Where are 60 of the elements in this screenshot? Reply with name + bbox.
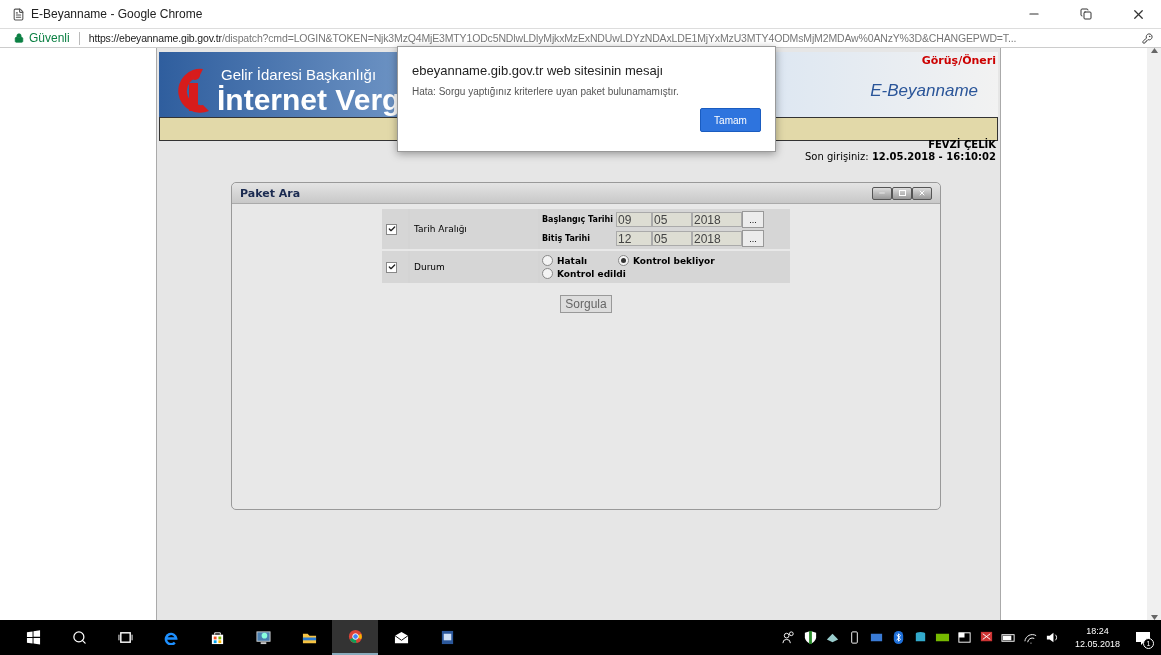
- checkbox[interactable]: [386, 261, 397, 273]
- scrollbar[interactable]: [1147, 48, 1161, 620]
- year-field[interactable]: 2018: [692, 212, 742, 227]
- task-view-icon[interactable]: [117, 630, 133, 645]
- monitor-icon[interactable]: [255, 630, 271, 645]
- day-field[interactable]: 09: [616, 212, 652, 227]
- date-picker-button[interactable]: ...: [742, 230, 764, 247]
- date-label: Bitiş Tarihi: [542, 234, 591, 243]
- page-icon: [12, 7, 25, 21]
- scroll-up-icon[interactable]: [1150, 48, 1158, 53]
- browser-e-icon[interactable]: [163, 630, 179, 645]
- filter-label: Tarih Aralığı: [414, 224, 467, 234]
- radio-label[interactable]: Hatalı: [557, 255, 588, 266]
- last-login: Son girişiniz: 12.05.2018 - 16:10:02: [804, 150, 996, 163]
- search-icon[interactable]: [71, 630, 87, 645]
- app-name: E-Beyanname: [870, 81, 978, 101]
- radio-button[interactable]: [618, 255, 629, 266]
- year-field[interactable]: 2018: [692, 231, 742, 246]
- filter-label: Durum: [414, 262, 445, 272]
- radio-label[interactable]: Kontrol edildi: [557, 268, 626, 279]
- day-field[interactable]: 12: [616, 231, 652, 246]
- date-label: Başlangıç Tarihi: [542, 215, 615, 224]
- radio-button[interactable]: [542, 255, 553, 266]
- panel-maximize-button[interactable]: [892, 186, 912, 200]
- radio-button[interactable]: [542, 268, 553, 279]
- feedback-link[interactable]: Görüş/Öneri: [921, 54, 996, 67]
- month-field[interactable]: 05: [652, 212, 692, 227]
- address-field[interactable]: https://ebeyanname.gib.gov.tr/dispatch?cmd=LOGIN&TOKEN=Njk3MzQ4MjE3MTY1ODc5NDlwLDlyMjkxMzExNDUwLDYzNDAxLDE1MjYxMzU3MTY4ODMsMjM2MDAw%0ANzY%3D&CHANGEPWD=T...: [88, 32, 1137, 44]
- panel-minimize-button[interactable]: [872, 186, 892, 200]
- panel-title: Paket Ara: [240, 186, 302, 200]
- mail-icon[interactable]: [393, 630, 409, 645]
- key-icon[interactable]: [1142, 32, 1153, 44]
- store-bag-icon[interactable]: [209, 630, 225, 645]
- people-icon[interactable]: [780, 630, 796, 645]
- document-icon[interactable]: [439, 630, 455, 645]
- checkbox[interactable]: [386, 223, 397, 235]
- shield-icon[interactable]: [802, 630, 818, 645]
- minimize-icon: [878, 189, 886, 197]
- ok-button[interactable]: Tamam: [700, 108, 761, 132]
- dialog-message: Hata: Sorgu yaptığınız kriterlere uyan paket bulunamamıştır.: [412, 86, 680, 97]
- clock-date: 12.05.2018: [1074, 637, 1120, 651]
- brand-title: İnternet Verg: [217, 85, 401, 115]
- month-field[interactable]: 05: [652, 231, 692, 246]
- user-name: FEVZİ ÇELİK: [928, 140, 996, 150]
- windows-start-icon[interactable]: [25, 630, 41, 645]
- organization-name: Gelir İdaresi Başkanlığı: [221, 66, 377, 83]
- chrome-icon[interactable]: [347, 629, 363, 644]
- lock-icon: [14, 33, 24, 43]
- maximize-icon: [898, 190, 906, 196]
- radio-label[interactable]: Kontrol bekliyor: [633, 255, 715, 266]
- security-label: Güvenli: [29, 31, 70, 45]
- restore-icon: [1080, 8, 1092, 20]
- query-button[interactable]: Sorgula: [560, 295, 612, 313]
- date-picker-button[interactable]: ...: [742, 211, 764, 228]
- close-icon: [918, 189, 926, 197]
- clock-time: 18:24: [1086, 624, 1109, 638]
- window-title: E-Beyanname - Google Chrome: [31, 7, 204, 21]
- window-icon[interactable]: [956, 630, 972, 645]
- dialog-title: ebeyanname.gib.gov.tr web sitesinin mesajı: [412, 63, 665, 78]
- panel-close-button[interactable]: [912, 186, 932, 200]
